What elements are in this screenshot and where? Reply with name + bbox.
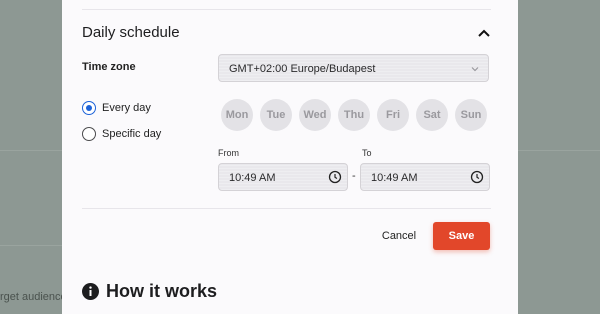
save-button[interactable]: Save <box>433 222 490 250</box>
clock-icon[interactable] <box>328 170 342 184</box>
background-divider <box>518 150 600 151</box>
clock-icon[interactable] <box>470 170 484 184</box>
chevron-up-icon[interactable] <box>476 25 492 41</box>
radio-every-day[interactable]: Every day <box>82 101 151 115</box>
to-label: To <box>362 148 372 158</box>
radio-label: Specific day <box>102 128 162 140</box>
actions-divider <box>82 208 491 209</box>
radio-label: Every day <box>102 102 151 114</box>
day-mon[interactable]: Mon <box>221 99 253 131</box>
info-icon <box>82 283 99 300</box>
radio-button[interactable] <box>82 127 96 141</box>
from-time-value: 10:49 AM <box>229 172 276 184</box>
day-thu[interactable]: Thu <box>338 99 370 131</box>
from-label: From <box>218 148 239 158</box>
day-selector: Mon Tue Wed Thu Fri Sat Sun <box>221 99 487 131</box>
day-sun[interactable]: Sun <box>455 99 487 131</box>
day-sat[interactable]: Sat <box>416 99 448 131</box>
to-time-input[interactable]: 10:49 AM <box>360 163 490 191</box>
background-divider <box>0 245 62 246</box>
day-fri[interactable]: Fri <box>377 99 409 131</box>
chevron-down-icon <box>470 64 480 74</box>
from-time-input[interactable]: 10:49 AM <box>218 163 348 191</box>
timezone-select[interactable]: GMT+02:00 Europe/Budapest <box>218 54 489 82</box>
to-time-value: 10:49 AM <box>371 172 418 184</box>
cancel-button[interactable]: Cancel <box>376 224 422 248</box>
time-separator: - <box>352 170 356 182</box>
radio-button[interactable] <box>82 101 96 115</box>
timezone-value: GMT+02:00 Europe/Budapest <box>229 63 376 75</box>
day-tue[interactable]: Tue <box>260 99 292 131</box>
day-wed[interactable]: Wed <box>299 99 331 131</box>
top-divider <box>82 9 491 10</box>
background-divider <box>0 150 62 151</box>
timezone-label: Time zone <box>82 61 136 73</box>
how-it-works-title: How it works <box>106 281 218 301</box>
schedule-modal: Daily schedule Time zone GMT+02:00 Europ… <box>62 0 518 314</box>
radio-specific-day[interactable]: Specific day <box>82 127 161 141</box>
section-title: Daily schedule <box>82 24 180 41</box>
background-partial-text: rget audience <box>0 291 67 303</box>
